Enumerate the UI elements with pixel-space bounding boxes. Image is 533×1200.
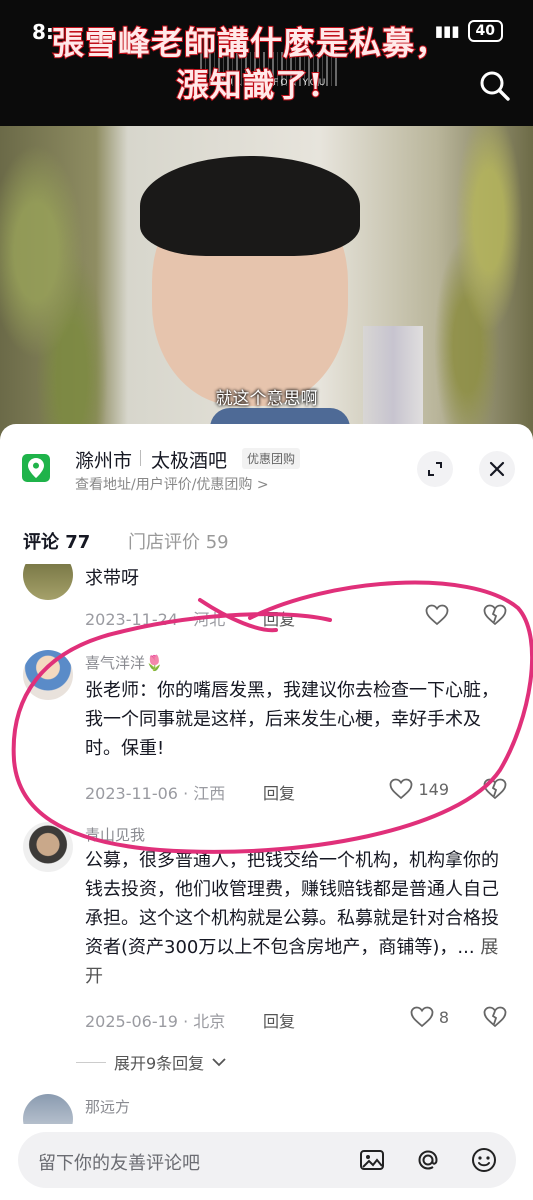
at-icon[interactable] [414, 1146, 442, 1174]
comment-list[interactable]: 求带呀 2023-11-24 · 河北 回复 喜气洋洋🌷 张老师：你的嘴唇发黑，… [0, 564, 533, 1124]
comment-input[interactable]: 留下你的友善评论吧 [18, 1132, 516, 1188]
expand-replies-button[interactable]: 展开9条回复 [76, 1050, 226, 1074]
dislike-button[interactable] [483, 604, 507, 630]
tab-comments[interactable]: 评论 77 [23, 528, 90, 554]
divider [140, 450, 141, 466]
close-button[interactable] [479, 451, 515, 487]
comment-input-bar: 留下你的友善评论吧 [0, 1124, 533, 1200]
dislike-button[interactable] [483, 1006, 507, 1032]
like-button[interactable] [425, 604, 449, 626]
avatar[interactable] [23, 1094, 73, 1124]
emoji-icon[interactable] [470, 1146, 498, 1174]
divider [76, 1061, 106, 1063]
search-icon [480, 71, 510, 101]
avatar[interactable] [23, 650, 73, 700]
comment-sheet: 滁州市 太极酒吧 优惠团购 查看地址/用户评价/优惠团购 > 评论 77 门店评… [0, 424, 533, 1200]
comment-tabs: 评论 77 门店评价 59 [0, 528, 533, 568]
poi-tag-badge: 优惠团购 [242, 448, 301, 469]
comment-body: 公募，很多普通人，把钱交给一个机构，机构拿你的钱去投资，他们收管理费，赚钱赔钱都… [85, 850, 499, 958]
comment-meta: 2023-11-06 · 江西 [85, 784, 226, 803]
poi-card[interactable]: 滁州市 太极酒吧 优惠团购 查看地址/用户评价/优惠团购 > [0, 424, 533, 514]
poi-subtitle-link[interactable]: 查看地址/用户评价/优惠团购 > [75, 474, 269, 494]
battery-indicator: 40 [467, 20, 503, 42]
like-count: 149 [418, 779, 449, 799]
avatar[interactable] [23, 564, 73, 600]
video-player[interactable]: 就这个意思啊 8: ▮▮▮ 40 BURNED FOR YOU 張雪峰老師講什麼… [0, 0, 533, 440]
comment-text: 公募，很多普通人，把钱交给一个机构，机构拿你的钱去投资，他们收管理费，赚钱赔钱都… [85, 846, 515, 991]
heart-icon [410, 1006, 434, 1028]
image-icon[interactable] [358, 1146, 386, 1174]
comment-meta: 2025-06-19 · 北京 [85, 1012, 226, 1031]
like-button[interactable]: 8 [410, 1006, 449, 1028]
chevron-down-icon [212, 1058, 226, 1067]
avatar[interactable] [23, 822, 73, 872]
expand-replies-label: 展开9条回复 [114, 1054, 205, 1073]
search-button[interactable] [475, 66, 515, 106]
comment-username[interactable]: 喜气洋洋🌷 [85, 652, 164, 673]
heart-icon [390, 778, 413, 800]
comment-text: 张老师：你的嘴唇发黑，我建议你去检查一下心脏，我一个同事就是这样，后来发生心梗，… [85, 680, 499, 759]
dislike-icon [483, 604, 507, 626]
bookshelf [363, 326, 423, 436]
video-subtitle: 就这个意思啊 [215, 389, 318, 409]
comment-text: 求带呀 [85, 568, 139, 589]
reply-button[interactable]: 回复 [263, 606, 295, 630]
heart-icon [425, 604, 449, 626]
dislike-icon [483, 778, 507, 800]
reply-button[interactable]: 回复 [263, 1008, 295, 1032]
comment-input-placeholder: 留下你的友善评论吧 [38, 1153, 200, 1174]
like-count: 8 [438, 1007, 449, 1027]
location-pin-icon [22, 454, 50, 482]
expand-icon [428, 462, 442, 476]
reply-button[interactable]: 回复 [263, 780, 295, 804]
like-button[interactable]: 149 [389, 778, 449, 800]
close-icon [489, 461, 505, 477]
poi-city: 滁州市 [75, 450, 133, 472]
video-overlay-title: 張雪峰老師講什麼是私募，漲知識了! [51, 23, 448, 105]
dislike-button[interactable] [483, 778, 507, 804]
dislike-icon [483, 1006, 507, 1028]
comment-username[interactable]: 那远方 [85, 1096, 130, 1117]
comment-username[interactable]: 青山见我 [85, 824, 145, 845]
tab-store-reviews[interactable]: 门店评价 59 [128, 528, 229, 554]
poi-name: 太极酒吧 [151, 450, 228, 472]
comment-meta: 2023-11-24 · 河北 [85, 610, 226, 629]
expand-button[interactable] [417, 451, 453, 487]
